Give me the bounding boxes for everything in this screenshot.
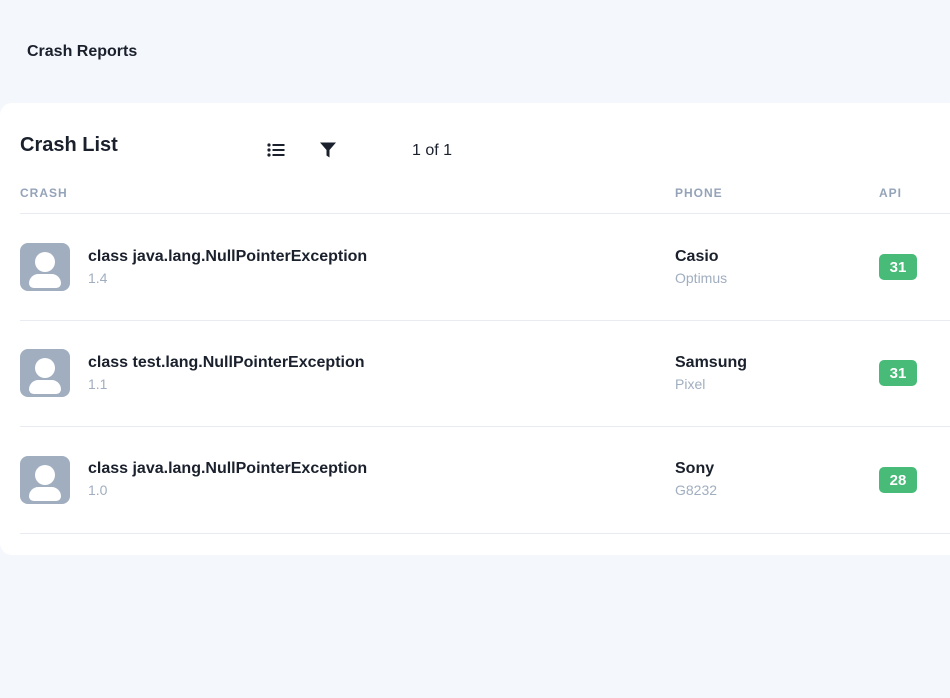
api-badge: 31 — [879, 254, 917, 280]
crash-name: class java.lang.NullPointerException — [88, 248, 368, 265]
avatar — [20, 456, 70, 504]
card-title: Crash List — [20, 134, 118, 156]
crash-version: 1.0 — [88, 482, 108, 498]
table-row[interactable]: class java.lang.NullPointerException 1.4… — [0, 214, 950, 320]
api-badge: 28 — [879, 467, 917, 493]
phone-brand: Sony — [675, 460, 715, 477]
table-row[interactable]: class test.lang.NullPointerException 1.1… — [0, 321, 950, 427]
phone-model: Optimus — [675, 270, 728, 286]
crash-version: 1.4 — [88, 270, 108, 286]
crash-name: class test.lang.NullPointerException — [88, 354, 365, 371]
page-title: Crash Reports — [27, 43, 138, 60]
avatar — [20, 349, 70, 397]
avatar — [20, 243, 70, 291]
phone-model: G8232 — [675, 482, 718, 498]
filter-icon[interactable] — [317, 139, 339, 161]
phone-brand: Samsung — [675, 354, 748, 371]
crash-list-card: Crash List 1 of 1 CRASH PHONE API class … — [0, 103, 950, 555]
pagination-info: 1 of 1 — [412, 142, 453, 159]
table-row[interactable]: class java.lang.NullPointerException 1.0… — [0, 427, 950, 533]
divider — [20, 533, 950, 534]
column-header-phone: PHONE — [675, 186, 723, 200]
phone-brand: Casio — [675, 248, 719, 265]
column-header-api: API — [879, 186, 903, 200]
crash-version: 1.1 — [88, 376, 108, 392]
api-badge: 31 — [879, 360, 917, 386]
list-icon[interactable] — [265, 139, 287, 161]
crash-name: class java.lang.NullPointerException — [88, 460, 368, 477]
phone-model: Pixel — [675, 376, 706, 392]
column-header-crash: CRASH — [20, 186, 68, 200]
